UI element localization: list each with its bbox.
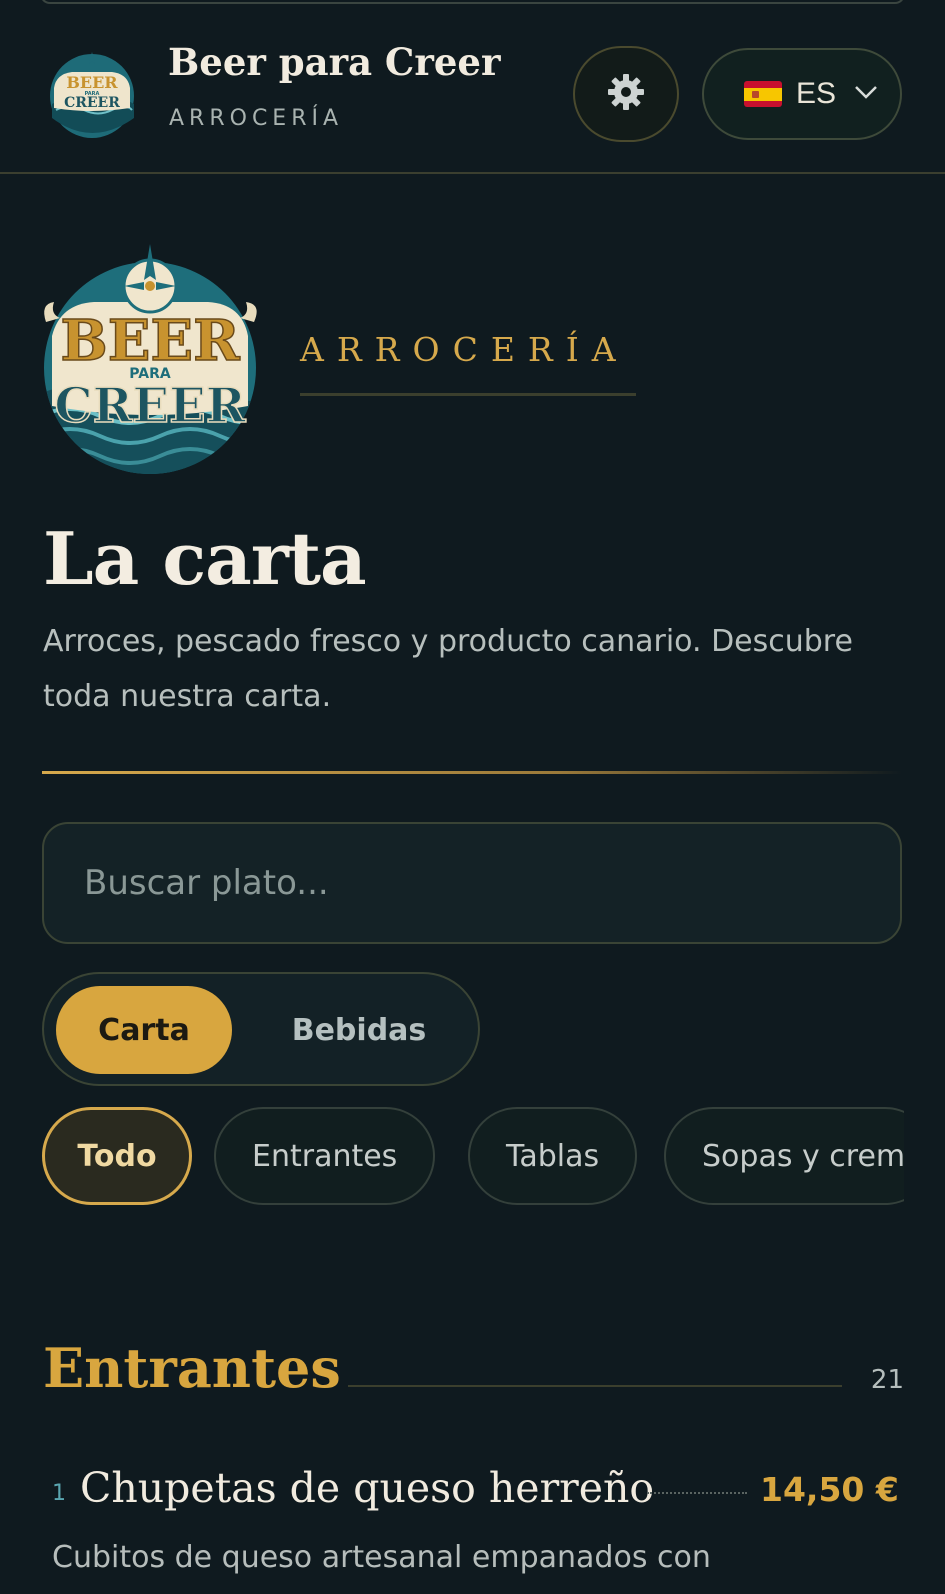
search-box (42, 822, 902, 944)
hero-logo-text: BEER (60, 308, 240, 374)
settings-button[interactable] (573, 46, 679, 142)
brand-logo[interactable]: BEER PARA CREER (46, 48, 138, 140)
svg-text:CREER: CREER (54, 378, 246, 434)
svg-text:CREER: CREER (64, 95, 120, 111)
dish-leader-dots (647, 1492, 747, 1494)
dish-price: 14,50 € (760, 1470, 899, 1509)
hero-logo: BEER PARA CREER (40, 244, 266, 480)
category-chip-todo[interactable]: Todo (42, 1107, 192, 1205)
dish-name: Chupetas de queso herreño (80, 1464, 655, 1512)
chevron-down-icon (854, 84, 878, 104)
search-input[interactable] (44, 824, 900, 942)
brand-name: Beer para Creer (168, 40, 501, 84)
menu-type-toggle: Carta Bebidas (42, 972, 480, 1086)
dish-number: 1 (52, 1481, 66, 1506)
spain-flag-icon (744, 81, 782, 107)
section-count: 21 (870, 1365, 904, 1395)
category-chip-tablas[interactable]: Tablas (468, 1107, 638, 1205)
category-chip-entrantes[interactable]: Entrantes (214, 1107, 436, 1205)
page-description: Arroces, pescado fresco y producto canar… (43, 624, 853, 714)
section-title: Entrantes (43, 1336, 341, 1400)
tagline-divider (300, 393, 636, 396)
tab-carta[interactable]: Carta (56, 986, 232, 1074)
category-chip-sopas[interactable]: Sopas y crem (664, 1107, 904, 1205)
gear-icon (606, 72, 646, 116)
logo-text: BEER (66, 73, 118, 92)
top-header: BEER PARA CREER Beer para Creer ARROCERÍ… (0, 0, 945, 174)
section-title-rule (348, 1385, 842, 1387)
page-title: La carta (43, 516, 367, 601)
section-divider (42, 771, 902, 774)
brand-subtitle: ARROCERÍA (169, 106, 344, 131)
language-code: ES (796, 77, 837, 110)
category-filter: Todo Entrantes Tablas Sopas y crem (42, 1107, 904, 1207)
dish-description: Cubitos de queso artesanal empanados con (52, 1540, 711, 1575)
language-selector[interactable]: ES (702, 48, 902, 140)
hero-tagline: ARROCERÍA (300, 330, 629, 369)
tab-bebidas[interactable]: Bebidas (254, 986, 464, 1074)
